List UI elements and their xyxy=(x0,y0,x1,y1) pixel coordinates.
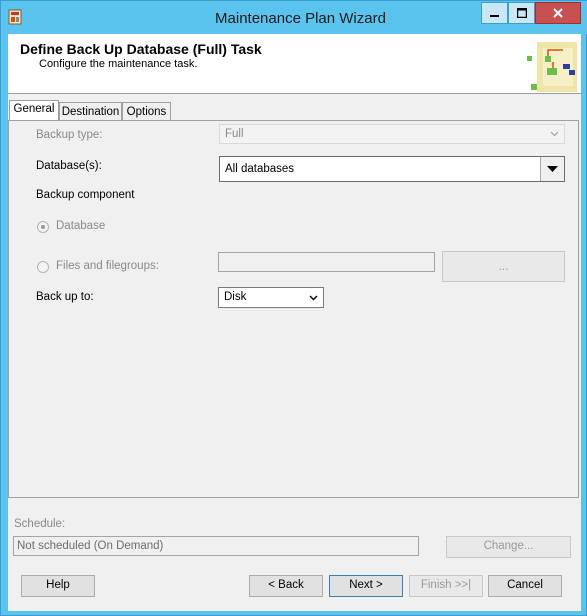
radio-database-label: Database xyxy=(56,220,106,232)
tab-options[interactable]: Options xyxy=(122,102,171,122)
backup-to-label: Back up to: xyxy=(36,291,94,303)
minimize-icon xyxy=(489,15,499,17)
backup-type-select: Full xyxy=(219,124,565,144)
wizard-window: Maintenance Plan Wizard Define Back Up D… xyxy=(0,0,587,616)
tab-options-label: Options xyxy=(126,106,167,118)
finish-button: Finish >>| xyxy=(409,575,483,597)
tab-general[interactable]: General xyxy=(9,100,59,121)
dropdown-arrow-icon[interactable] xyxy=(540,157,564,181)
page-subtitle: Configure the maintenance task. xyxy=(39,58,198,70)
tab-destination-label: Destination xyxy=(61,106,120,118)
radio-files-filegroups xyxy=(37,261,49,273)
general-tab-panel: Backup type: Full Database(s): All datab… xyxy=(8,120,579,498)
schedule-label: Schedule: xyxy=(14,518,66,530)
databases-select[interactable]: All databases xyxy=(219,156,565,182)
close-icon xyxy=(553,8,563,18)
title-bar[interactable]: Maintenance Plan Wizard xyxy=(1,1,587,34)
backup-type-label: Backup type: xyxy=(36,129,103,141)
backup-component-label: Backup component xyxy=(36,189,135,201)
tab-general-label: General xyxy=(13,103,55,115)
wizard-client-area: Define Back Up Database (Full) Task Conf… xyxy=(8,34,581,611)
minimize-button[interactable] xyxy=(481,2,508,24)
radio-database xyxy=(37,221,49,233)
databases-value: All databases xyxy=(225,163,295,175)
backup-to-value: Disk xyxy=(224,291,247,303)
wizard-header: Define Back Up Database (Full) Task Conf… xyxy=(8,34,581,94)
chevron-down-icon xyxy=(303,288,323,307)
backup-type-value: Full xyxy=(225,128,244,140)
cancel-button[interactable]: Cancel xyxy=(488,575,562,597)
page-title: Define Back Up Database (Full) Task xyxy=(20,41,262,57)
change-schedule-button: Change... xyxy=(446,536,571,558)
backup-to-select[interactable]: Disk xyxy=(218,287,324,308)
databases-label: Database(s): xyxy=(36,160,102,172)
tab-destination[interactable]: Destination xyxy=(59,102,122,122)
chevron-down-icon xyxy=(544,125,564,143)
files-filegroups-field xyxy=(218,252,435,272)
schedule-field: Not scheduled (On Demand) xyxy=(13,536,419,556)
help-button[interactable]: Help xyxy=(21,575,95,597)
radio-files-label: Files and filegroups: xyxy=(56,260,159,272)
wizard-banner-icon xyxy=(527,42,577,92)
maximize-icon xyxy=(516,8,527,18)
back-button[interactable]: < Back xyxy=(249,575,323,597)
close-button[interactable] xyxy=(535,2,581,24)
next-button[interactable]: Next > xyxy=(329,575,403,597)
browse-filegroups-button: ... xyxy=(442,251,565,282)
maximize-button[interactable] xyxy=(508,2,535,24)
